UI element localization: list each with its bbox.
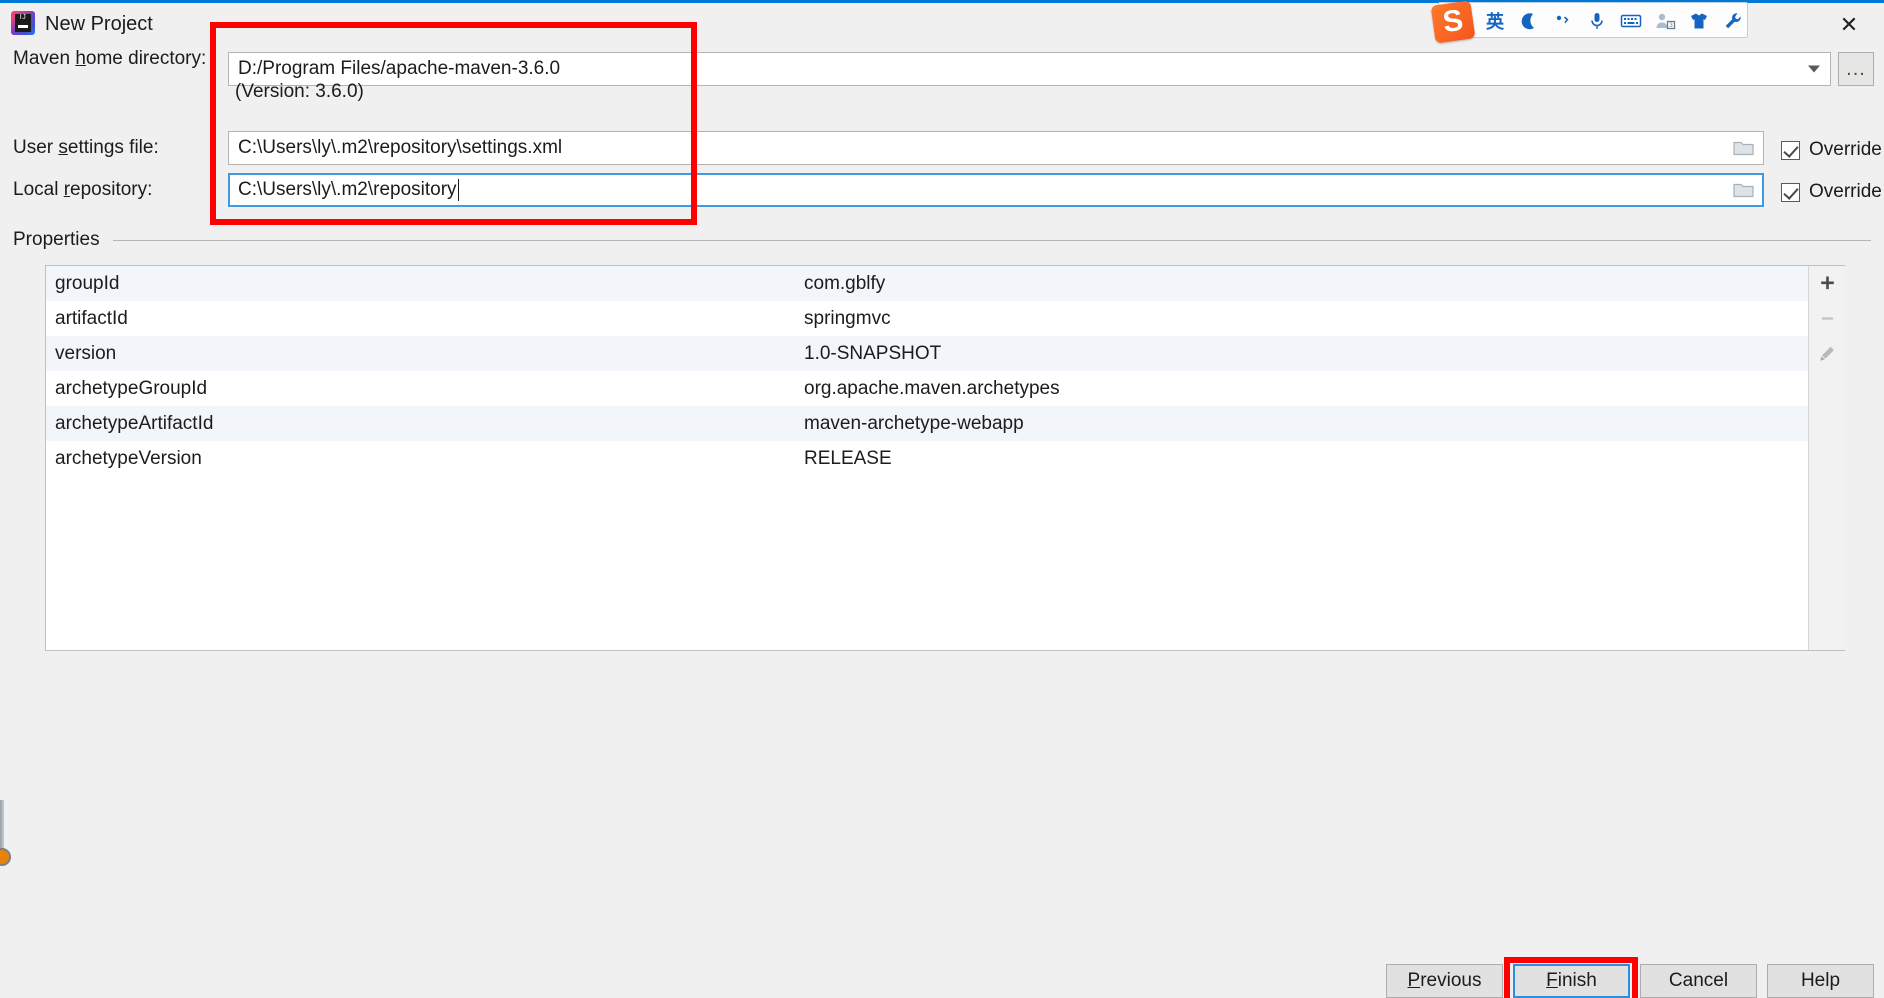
- previous-mnemonic: P: [1407, 970, 1421, 991]
- help-label: Help: [1800, 970, 1841, 991]
- local-repository-override-checkbox[interactable]: [1781, 182, 1800, 202]
- label-part-before: Maven: [13, 48, 76, 69]
- folder-browse-icon[interactable]: [1726, 173, 1762, 207]
- cancel-label: Cancel: [1668, 970, 1729, 991]
- finish-button[interactable]: Finish: [1513, 964, 1630, 998]
- folder-browse-icon[interactable]: [1726, 131, 1762, 165]
- user-settings-override-checkbox[interactable]: [1781, 140, 1800, 160]
- table-row[interactable]: artifactId springmvc: [46, 301, 1844, 336]
- sogou-ime-toolbar[interactable]: S 英 3: [1430, 0, 1749, 44]
- property-value: springmvc: [804, 307, 891, 329]
- properties-table[interactable]: groupId com.gblfy artifactId springmvc versi…: [45, 265, 1845, 651]
- add-property-button[interactable]: [1809, 266, 1846, 301]
- label-part-after: ome directory:: [85, 48, 207, 69]
- stray-indicator-dot: [0, 848, 11, 866]
- user-settings-file-value: C:\Users\ly\.m2\repository\settings.xml: [238, 137, 563, 158]
- local-repository-label: Local repository:: [13, 179, 152, 201]
- local-repository-override-row[interactable]: Override: [1781, 181, 1882, 203]
- property-key: version: [55, 342, 117, 364]
- table-row[interactable]: archetypeVersion RELEASE: [46, 441, 1844, 476]
- close-icon[interactable]: ✕: [1826, 7, 1872, 43]
- table-row[interactable]: archetypeArtifactId maven-archetype-webap…: [46, 406, 1844, 441]
- previous-label: revious: [1420, 970, 1482, 991]
- user-settings-override-row[interactable]: Override: [1781, 139, 1882, 161]
- local-repository-value: C:\Users\ly\.m2\repository: [238, 179, 457, 200]
- sogou-logo-icon[interactable]: S: [1430, 0, 1476, 44]
- maven-home-directory-label: Maven home directory:: [13, 48, 206, 70]
- maven-home-directory-combo[interactable]: D:/Program Files/apache-maven-3.6.0: [228, 52, 1831, 86]
- property-value: maven-archetype-webapp: [804, 412, 1024, 434]
- property-key: archetypeVersion: [55, 447, 202, 469]
- table-row[interactable]: groupId com.gblfy: [46, 266, 1844, 301]
- maven-home-browse-button[interactable]: ...: [1838, 52, 1874, 86]
- chevron-down-icon[interactable]: [1808, 65, 1820, 73]
- help-button[interactable]: Help: [1767, 964, 1874, 998]
- user-settings-file-input[interactable]: C:\Users\ly\.m2\repository\settings.xml: [228, 131, 1764, 165]
- soft-keyboard-icon[interactable]: [1615, 5, 1647, 37]
- table-row[interactable]: version 1.0-SNAPSHOT: [46, 336, 1844, 371]
- toolbox-settings-icon[interactable]: [1717, 5, 1749, 37]
- label-part-after: ettings file:: [67, 137, 159, 158]
- label-part-after: epository:: [70, 179, 153, 200]
- user-settings-override-label: Override: [1809, 139, 1882, 160]
- label-part-before: User: [13, 137, 59, 158]
- property-key: artifactId: [55, 307, 128, 329]
- label-part-before: Local: [13, 179, 64, 200]
- voice-input-icon[interactable]: [1581, 5, 1613, 37]
- user-account-icon[interactable]: 3: [1649, 5, 1681, 37]
- intellij-idea-logo-icon: IJ: [11, 11, 35, 35]
- cancel-button[interactable]: Cancel: [1640, 964, 1757, 998]
- property-value: 1.0-SNAPSHOT: [804, 342, 942, 364]
- properties-section-divider: [113, 240, 1871, 241]
- local-repository-input[interactable]: C:\Users\ly\.m2\repository: [228, 173, 1764, 207]
- local-repository-override-label: Override: [1809, 181, 1882, 202]
- property-value: com.gblfy: [804, 272, 886, 294]
- label-mnemonic: h: [75, 48, 86, 69]
- properties-section-label: Properties: [13, 229, 100, 250]
- moon-mode-icon[interactable]: [1513, 5, 1545, 37]
- property-value: org.apache.maven.archetypes: [804, 377, 1060, 399]
- text-caret: [457, 179, 459, 201]
- property-key: groupId: [55, 272, 120, 294]
- property-value: RELEASE: [804, 447, 892, 469]
- punctuation-mode-icon[interactable]: [1547, 5, 1579, 37]
- previous-button[interactable]: Previous: [1386, 964, 1503, 998]
- language-mode-icon[interactable]: 英: [1479, 5, 1511, 37]
- property-key: archetypeGroupId: [55, 377, 208, 399]
- edit-property-button[interactable]: [1809, 336, 1846, 371]
- properties-table-toolbar: [1808, 266, 1845, 650]
- maven-home-directory-value: D:/Program Files/apache-maven-3.6.0: [238, 58, 561, 79]
- table-row[interactable]: archetypeGroupId org.apache.maven.archety…: [46, 371, 1844, 406]
- maven-home-browse-label: ...: [1846, 58, 1866, 80]
- finish-mnemonic: F: [1546, 970, 1558, 991]
- new-project-dialog: IJ New Project ✕ S 英 3 Maven home direct…: [0, 0, 1884, 998]
- label-mnemonic: s: [58, 137, 68, 158]
- finish-label: inish: [1557, 970, 1597, 991]
- skin-theme-icon[interactable]: [1683, 5, 1715, 37]
- user-settings-file-label: User settings file:: [13, 137, 159, 159]
- remove-property-button[interactable]: [1809, 301, 1846, 336]
- window-title: New Project: [45, 13, 153, 35]
- maven-version-note: (Version: 3.6.0): [235, 81, 364, 102]
- property-key: archetypeArtifactId: [55, 412, 214, 434]
